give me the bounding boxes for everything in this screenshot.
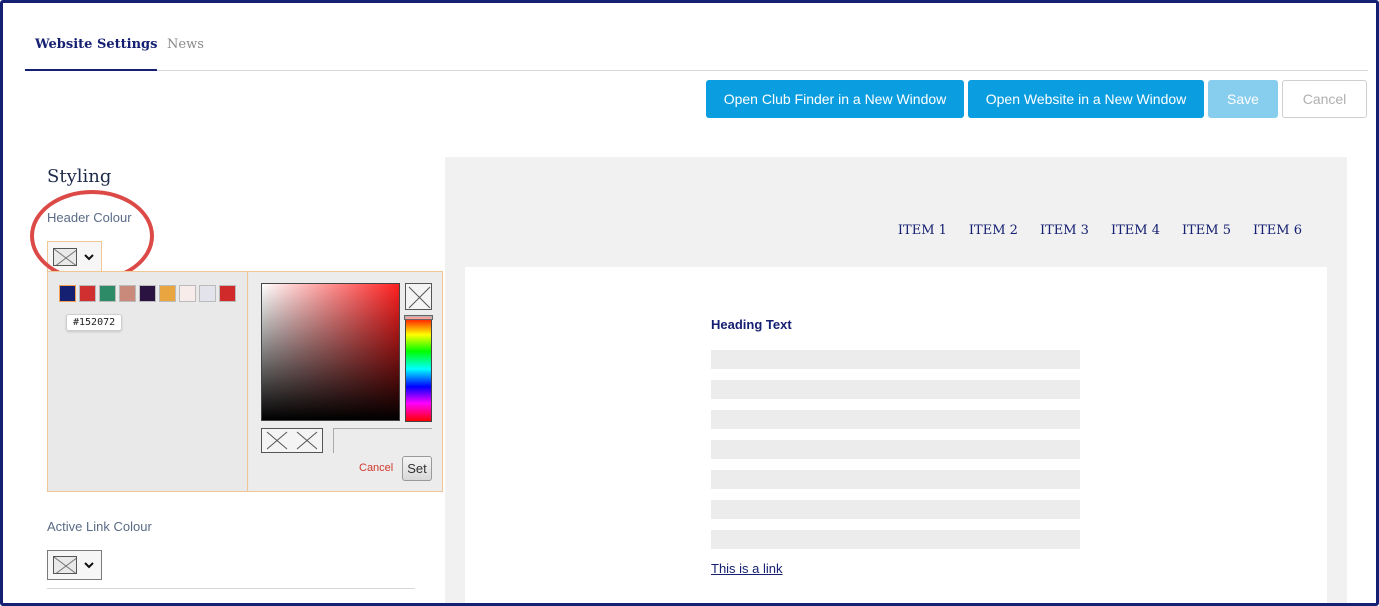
placeholder-text-line — [711, 410, 1080, 429]
placeholder-text-line — [711, 380, 1080, 399]
saturation-value-area[interactable] — [261, 283, 400, 421]
swatch-tooltip: #152072 — [66, 314, 123, 331]
preview-nav-item[interactable]: ITEM 5 — [1182, 223, 1231, 238]
palette-swatch[interactable] — [119, 285, 136, 302]
palette-swatch[interactable] — [179, 285, 196, 302]
cancel-button[interactable]: Cancel — [1282, 80, 1367, 118]
preview-nav-item[interactable]: ITEM 4 — [1111, 223, 1160, 238]
palette-swatch[interactable] — [99, 285, 116, 302]
empty-colour-swatch-icon — [53, 248, 77, 266]
palette-swatch[interactable] — [139, 285, 156, 302]
placeholder-text-line — [711, 470, 1080, 489]
preview-nav-item[interactable]: ITEM 6 — [1253, 223, 1302, 238]
current-colour-empty-icon — [262, 429, 292, 452]
preview-nav: ITEM 1 ITEM 2 ITEM 3 ITEM 4 ITEM 5 ITEM … — [876, 223, 1302, 238]
hue-slider-handle[interactable] — [404, 315, 433, 320]
section-title-styling: Styling — [47, 166, 112, 187]
hex-colour-input[interactable] — [333, 428, 432, 453]
picker-cancel-button[interactable]: Cancel — [359, 462, 393, 474]
preview-heading: Heading Text — [711, 317, 792, 332]
section-divider — [47, 588, 415, 589]
header-colour-label: Header Colour — [47, 210, 132, 225]
empty-colour-swatch-icon — [53, 556, 77, 574]
preview-nav-item[interactable]: ITEM 2 — [969, 223, 1018, 238]
placeholder-text-line — [711, 530, 1080, 549]
preview-content-card: Heading Text This is a link — [465, 267, 1327, 603]
palette-pane: #152072 — [48, 272, 248, 491]
placeholder-text-line — [711, 500, 1080, 519]
palette-swatch[interactable] — [79, 285, 96, 302]
palette-swatch[interactable] — [159, 285, 176, 302]
colour-compare-preview — [261, 428, 323, 453]
placeholder-text-line — [711, 350, 1080, 369]
new-colour-empty-icon — [292, 429, 322, 452]
open-club-finder-button[interactable]: Open Club Finder in a New Window — [706, 80, 964, 118]
palette-swatch[interactable] — [199, 285, 216, 302]
colour-picker-panel: #152072 Cancel Set — [47, 271, 443, 492]
picker-set-button[interactable]: Set — [402, 456, 432, 481]
palette-swatch[interactable] — [219, 285, 236, 302]
active-link-colour-label: Active Link Colour — [47, 519, 152, 534]
header-colour-picker-toggle[interactable] — [47, 241, 102, 272]
chevron-down-icon — [84, 562, 94, 569]
chevron-down-icon — [84, 254, 94, 261]
tab-news[interactable]: News — [167, 37, 204, 52]
save-button[interactable]: Save — [1208, 80, 1278, 118]
app-frame: Website Settings News Open Club Finder i… — [0, 0, 1379, 606]
clear-colour-icon[interactable] — [405, 283, 432, 310]
tab-website-settings[interactable]: Website Settings — [24, 37, 167, 71]
preview-nav-item[interactable]: ITEM 3 — [1040, 223, 1089, 238]
preview-link[interactable]: This is a link — [711, 561, 783, 576]
palette-swatch[interactable] — [59, 285, 76, 302]
spectrum-pane: Cancel Set — [249, 272, 442, 491]
hue-slider[interactable] — [404, 315, 433, 422]
preview-nav-item[interactable]: ITEM 1 — [898, 223, 947, 238]
website-preview: ITEM 1 ITEM 2 ITEM 3 ITEM 4 ITEM 5 ITEM … — [445, 157, 1347, 603]
placeholder-text-line — [711, 440, 1080, 459]
open-website-button[interactable]: Open Website in a New Window — [968, 80, 1204, 118]
tab-bar: Website Settings News — [24, 29, 1368, 71]
colour-palette — [59, 285, 236, 302]
active-link-colour-picker-toggle[interactable] — [47, 550, 102, 580]
